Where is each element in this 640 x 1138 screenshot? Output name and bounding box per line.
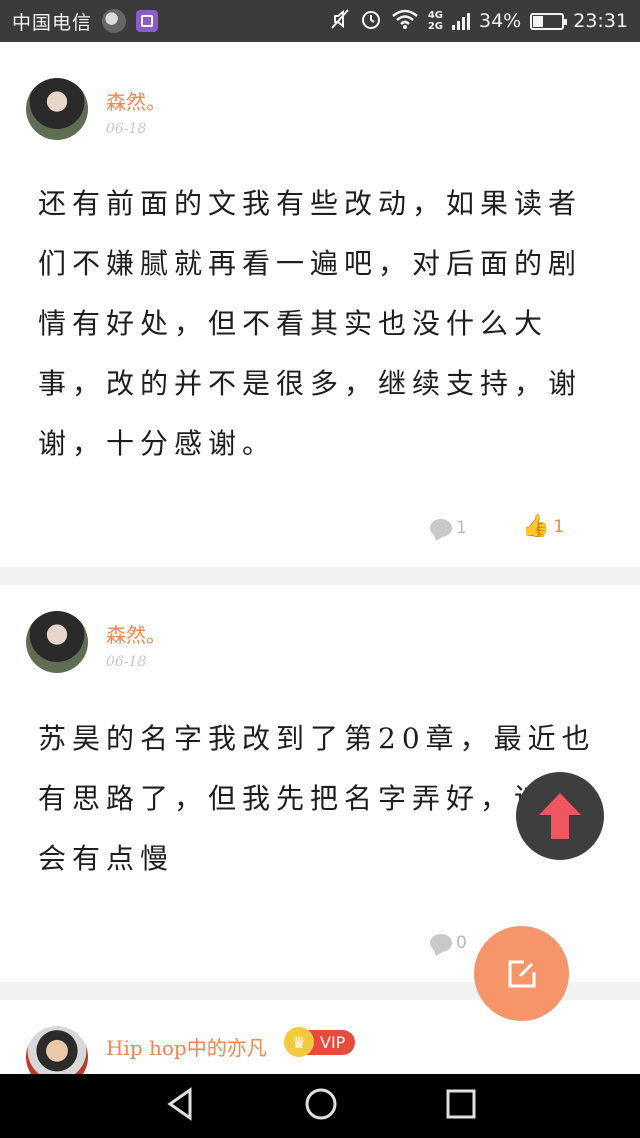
wifi-icon — [391, 8, 419, 35]
battery-percent: 34% — [479, 10, 522, 32]
back-button[interactable] — [164, 1087, 196, 1125]
write-comment-button[interactable] — [474, 926, 569, 1021]
arrow-up-icon — [539, 793, 581, 839]
home-button[interactable] — [304, 1087, 338, 1125]
edit-icon — [508, 960, 535, 987]
carrier-label: 中国电信 — [12, 11, 93, 34]
network-type: 4G 2G — [428, 10, 443, 32]
system-nav-bar — [0, 1074, 640, 1138]
reply-count: 0 — [456, 933, 467, 953]
clock: 23:31 — [573, 10, 628, 32]
recents-button[interactable] — [446, 1089, 476, 1123]
reply-button[interactable]: 0 — [430, 933, 467, 953]
recents-square-icon — [446, 1089, 476, 1119]
battery-icon — [530, 12, 568, 30]
vip-badge: ♛ VIP — [284, 1027, 356, 1057]
thumbs-up-icon: 👍 — [522, 514, 550, 539]
status-bar: 中国电信 4G 2G 34% 23:31 — [0, 0, 640, 42]
home-circle-icon — [305, 1088, 337, 1120]
crown-icon: ♛ — [284, 1027, 314, 1057]
network-4g-label: 4G — [427, 10, 443, 21]
username[interactable]: Hip hop中的亦凡 — [106, 1032, 267, 1061]
username[interactable]: 森然。 — [106, 86, 166, 115]
scroll-to-top-button[interactable] — [516, 772, 604, 860]
comment-text: 还有前面的文我有些改动，如果读者们不嫌腻就再看一遍吧，对后面的剧情有好处，但不看… — [38, 187, 583, 460]
avatar[interactable] — [26, 78, 88, 140]
gallery-app-icon — [136, 10, 159, 32]
avatar[interactable] — [26, 1026, 88, 1074]
username[interactable]: 森然。 — [106, 619, 166, 648]
like-count: 1 — [553, 516, 565, 537]
comment-date: 06-18 — [106, 121, 147, 137]
reply-button[interactable]: 1 — [430, 518, 467, 538]
signal-icon — [452, 12, 470, 30]
reply-count: 1 — [456, 518, 467, 538]
comment-date: 06-18 — [106, 654, 147, 670]
comment-card: 森然。 06-18 还有前面的文我有些改动，如果读者们不嫌腻就再看一遍吧，对后面… — [0, 42, 640, 567]
mute-icon — [329, 8, 351, 35]
network-2g-label: 2G — [427, 21, 443, 32]
avatar-app-icon — [102, 9, 127, 33]
like-button[interactable]: 👍 1 — [522, 514, 564, 539]
alarm-icon — [360, 8, 382, 35]
comment-bubble-icon — [430, 934, 452, 952]
comment-bubble-icon — [430, 519, 452, 537]
avatar[interactable] — [26, 611, 88, 673]
back-triangle-icon — [167, 1087, 192, 1121]
